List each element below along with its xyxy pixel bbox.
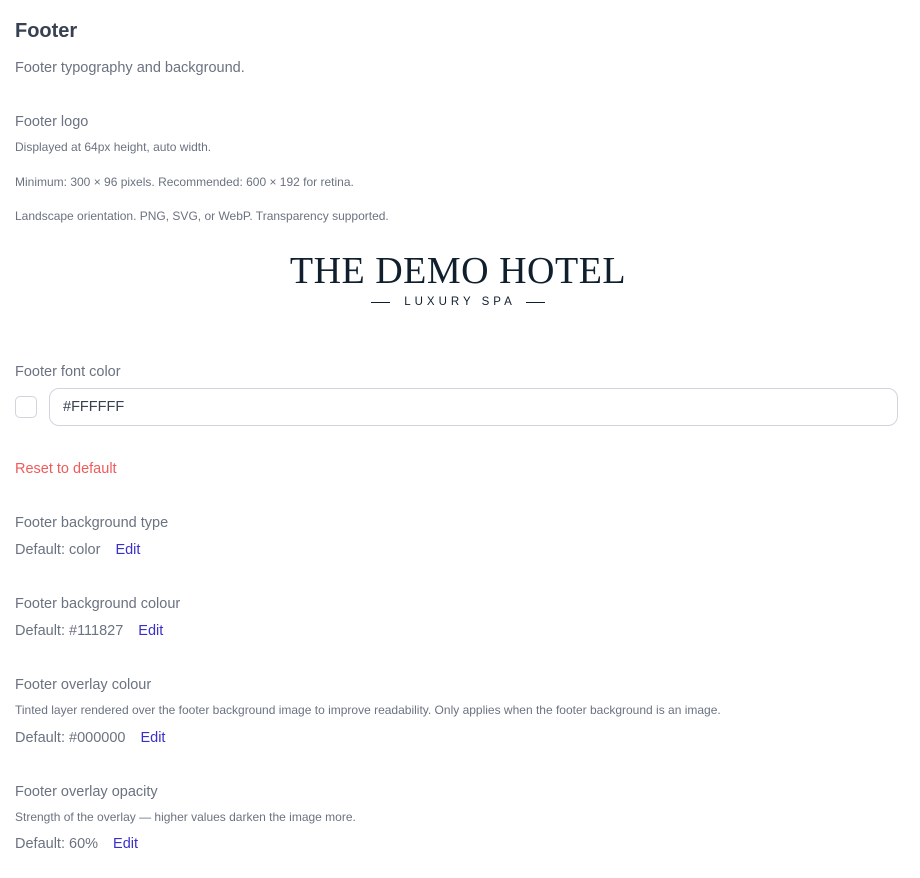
footer-overlay-colour-help: Tinted layer rendered over the footer ba…: [15, 703, 721, 717]
footer-logo-help-size: Displayed at 64px height, auto width.: [15, 140, 212, 154]
footer-overlay-opacity-label: Footer overlay opacity: [15, 784, 158, 800]
font-color-input[interactable]: [49, 388, 898, 426]
footer-logo-label: Footer logo: [15, 114, 89, 130]
section-title: Footer: [15, 20, 78, 42]
logo-subtitle: LUXURY SPA: [0, 296, 916, 308]
footer-bg-colour-default: Default: #111827: [15, 623, 124, 639]
footer-overlay-opacity-edit-link[interactable]: Edit: [113, 836, 138, 852]
footer-bg-type-label: Footer background type: [15, 515, 169, 531]
footer-overlay-opacity-default: Default: 60%: [15, 836, 99, 852]
footer-overlay-opacity-row: Default: 60% Edit: [15, 836, 138, 852]
footer-bg-colour-label: Footer background colour: [15, 596, 181, 612]
footer-overlay-opacity-help: Strength of the overlay — higher values …: [15, 810, 356, 824]
footer-bg-colour-edit-link[interactable]: Edit: [138, 623, 163, 639]
logo-title-text: THE DEMO HOTEL: [289, 250, 627, 292]
font-color-swatch[interactable]: [15, 396, 37, 418]
footer-bg-type-edit-link[interactable]: Edit: [115, 542, 140, 558]
footer-overlay-colour-default: Default: #000000: [15, 730, 126, 746]
logo-dash-right: [525, 301, 545, 303]
reset-to-default-link[interactable]: Reset to default: [15, 461, 117, 477]
footer-logo-preview[interactable]: THE DEMO HOTEL LUXURY SPA: [0, 252, 916, 308]
footer-bg-colour-row: Default: #111827 Edit: [15, 623, 163, 639]
footer-overlay-colour-edit-link[interactable]: Edit: [140, 730, 165, 746]
footer-logo-help-minimum: Minimum: 300 × 96 pixels. Recommended: 6…: [15, 175, 354, 189]
footer-settings-panel: Footer Footer typography and background.…: [0, 0, 920, 878]
footer-bg-type-default: Default: color: [15, 542, 101, 558]
logo-dash-left: [371, 301, 391, 303]
footer-overlay-colour-row: Default: #000000 Edit: [15, 730, 165, 746]
footer-bg-type-row: Default: color Edit: [15, 542, 140, 558]
footer-logo-help-format: Landscape orientation. PNG, SVG, or WebP…: [15, 209, 389, 223]
section-description: Footer typography and background.: [15, 60, 245, 76]
footer-overlay-colour-label: Footer overlay colour: [15, 677, 152, 693]
logo-subtitle-text: LUXURY SPA: [404, 296, 516, 308]
footer-font-color-label: Footer font color: [15, 364, 121, 380]
